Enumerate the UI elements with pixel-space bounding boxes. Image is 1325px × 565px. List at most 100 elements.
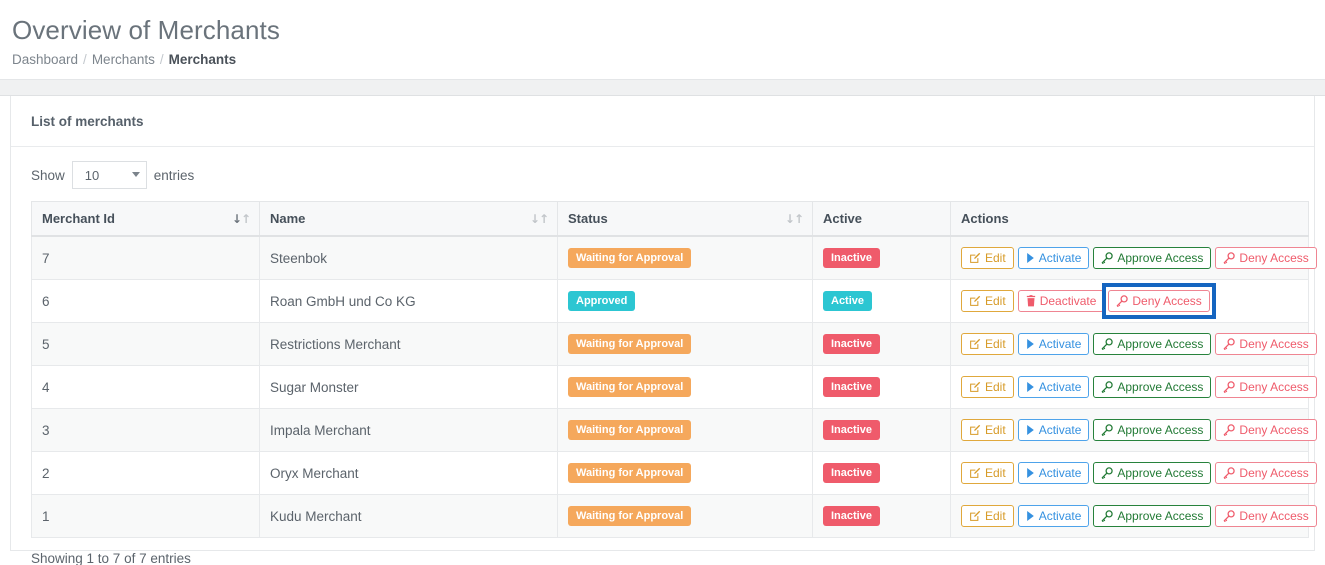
sort-none-icon[interactable]: ↓↑ [530, 213, 549, 225]
column-header-actions: Actions [950, 201, 1309, 237]
active-badge: Active [823, 291, 873, 311]
button-label: Deny Access [1239, 423, 1309, 437]
deactivate-button[interactable]: Deactivate [1017, 290, 1105, 312]
cell-status: Waiting for Approval [557, 494, 813, 538]
status-badge: Waiting for Approval [568, 506, 692, 526]
approve-access-button[interactable]: Approve Access [1093, 333, 1212, 355]
cell-active: Inactive [812, 451, 951, 495]
entries-per-page-select[interactable]: 102550100 [71, 161, 147, 189]
card-title: List of merchants [31, 114, 144, 129]
button-label: Approve Access [1117, 423, 1204, 437]
edit-button[interactable]: Edit [961, 290, 1014, 312]
button-label: Approve Access [1117, 337, 1204, 351]
cell-merchant-name: Roan GmbH und Co KG [259, 279, 558, 323]
key-icon [1223, 381, 1236, 393]
button-label: Edit [985, 251, 1006, 265]
entries-label: entries [153, 167, 195, 183]
column-header-label: Merchant Id [42, 211, 115, 226]
cell-actions: Edit Activate Approve Access Deny Access [950, 235, 1317, 280]
page-header: Overview of Merchants Dashboard / Merchant… [0, 0, 1325, 68]
play-icon [1026, 468, 1034, 478]
edit-button[interactable]: Edit [961, 505, 1014, 527]
active-badge: Inactive [823, 377, 880, 397]
column-header-merchant_id[interactable]: Merchant Id ↓↑ [31, 201, 260, 237]
deny-access-button[interactable]: Deny Access [1215, 376, 1317, 398]
key-icon [1101, 338, 1114, 350]
play-icon [1026, 511, 1034, 521]
approve-access-button[interactable]: Approve Access [1093, 505, 1212, 527]
cell-merchant-id: 6 [31, 279, 260, 323]
deny-access-button[interactable]: Deny Access [1108, 290, 1210, 312]
activate-button[interactable]: Activate [1017, 462, 1090, 484]
table-row: 1 Kudu Merchant Waiting for Approval Inacti… [31, 494, 1317, 538]
sort-none-icon[interactable]: ↓↑ [785, 213, 804, 225]
cell-active: Inactive [812, 494, 951, 538]
cell-merchant-name: Oryx Merchant [259, 451, 558, 495]
approve-access-button[interactable]: Approve Access [1093, 419, 1212, 441]
edit-button[interactable]: Edit [961, 247, 1014, 269]
deny-access-button[interactable]: Deny Access [1215, 419, 1317, 441]
deny-access-button[interactable]: Deny Access [1215, 462, 1317, 484]
activate-button[interactable]: Activate [1017, 376, 1090, 398]
table-row: 3 Impala Merchant Waiting for Approval Inac… [31, 408, 1317, 452]
cell-merchant-id: 5 [31, 322, 260, 366]
cell-merchant-name: Kudu Merchant [259, 494, 558, 538]
button-label: Edit [985, 294, 1006, 308]
cell-status: Waiting for Approval [557, 365, 813, 409]
activate-button[interactable]: Activate [1017, 419, 1090, 441]
play-icon [1026, 339, 1034, 349]
key-icon [1116, 295, 1129, 307]
active-badge: Inactive [823, 506, 880, 526]
approve-access-button[interactable]: Approve Access [1093, 376, 1212, 398]
key-icon [1101, 467, 1114, 479]
deny-access-button[interactable]: Deny Access [1215, 247, 1317, 269]
column-header-name[interactable]: Name ↓↑ [259, 201, 558, 237]
cell-active: Inactive [812, 235, 951, 280]
edit-button[interactable]: Edit [961, 376, 1014, 398]
active-badge: Inactive [823, 334, 880, 354]
table-row: 4 Sugar Monster Waiting for Approval Inacti… [31, 365, 1317, 409]
column-header-active: Active [812, 201, 951, 237]
activate-button[interactable]: Activate [1017, 505, 1090, 527]
edit-button[interactable]: Edit [961, 462, 1014, 484]
cell-status: Waiting for Approval [557, 235, 813, 280]
column-header-label: Active [823, 211, 863, 226]
activate-button[interactable]: Activate [1017, 333, 1090, 355]
key-icon [1101, 424, 1114, 436]
key-icon [1101, 510, 1114, 522]
cell-merchant-id: 7 [31, 235, 260, 280]
page-title: Overview of Merchants [12, 15, 280, 45]
column-header-status[interactable]: Status ↓↑ [557, 201, 813, 237]
table-header-row: Merchant Id ↓↑ Name ↓↑ Status ↓↑ Active Actions [31, 201, 1309, 237]
deny-access-button[interactable]: Deny Access [1215, 333, 1317, 355]
card-header: List of merchants [11, 96, 1314, 147]
cell-active: Inactive [812, 365, 951, 409]
cell-merchant-name: Impala Merchant [259, 408, 558, 452]
edit-button[interactable]: Edit [961, 333, 1014, 355]
edit-button[interactable]: Edit [961, 419, 1014, 441]
breadcrumb: Dashboard / Merchants / Merchants [12, 52, 1325, 68]
status-badge: Waiting for Approval [568, 377, 692, 397]
cell-merchant-name: Steenbok [259, 235, 558, 280]
table-info: Showing 1 to 7 of 7 entries [31, 551, 191, 565]
activate-button[interactable]: Activate [1017, 247, 1090, 269]
breadcrumb-item-dashboard-0[interactable]: Dashboard [12, 52, 78, 67]
approve-access-button[interactable]: Approve Access [1093, 462, 1212, 484]
approve-access-button[interactable]: Approve Access [1093, 247, 1212, 269]
play-icon [1026, 382, 1034, 392]
play-icon [1026, 253, 1034, 263]
button-label: Deny Access [1239, 380, 1309, 394]
status-badge: Waiting for Approval [568, 463, 692, 483]
key-icon [1223, 338, 1236, 350]
entries-select-wrapper[interactable]: 102550100 [71, 161, 147, 189]
breadcrumb-item-merchants-1[interactable]: Merchants [92, 52, 155, 67]
button-label: Deny Access [1239, 509, 1309, 523]
sort-desc-icon[interactable]: ↓↑ [232, 213, 251, 225]
cell-merchant-id: 4 [31, 365, 260, 409]
cell-actions: Edit Deactivate Deny Access [950, 279, 1309, 323]
breadcrumb-item-merchants-2: Merchants [168, 52, 237, 67]
breadcrumb-separator: / [83, 52, 87, 67]
key-icon [1223, 424, 1236, 436]
table-length-control: Show 102550100 entries [31, 161, 1294, 189]
deny-access-button[interactable]: Deny Access [1215, 505, 1317, 527]
